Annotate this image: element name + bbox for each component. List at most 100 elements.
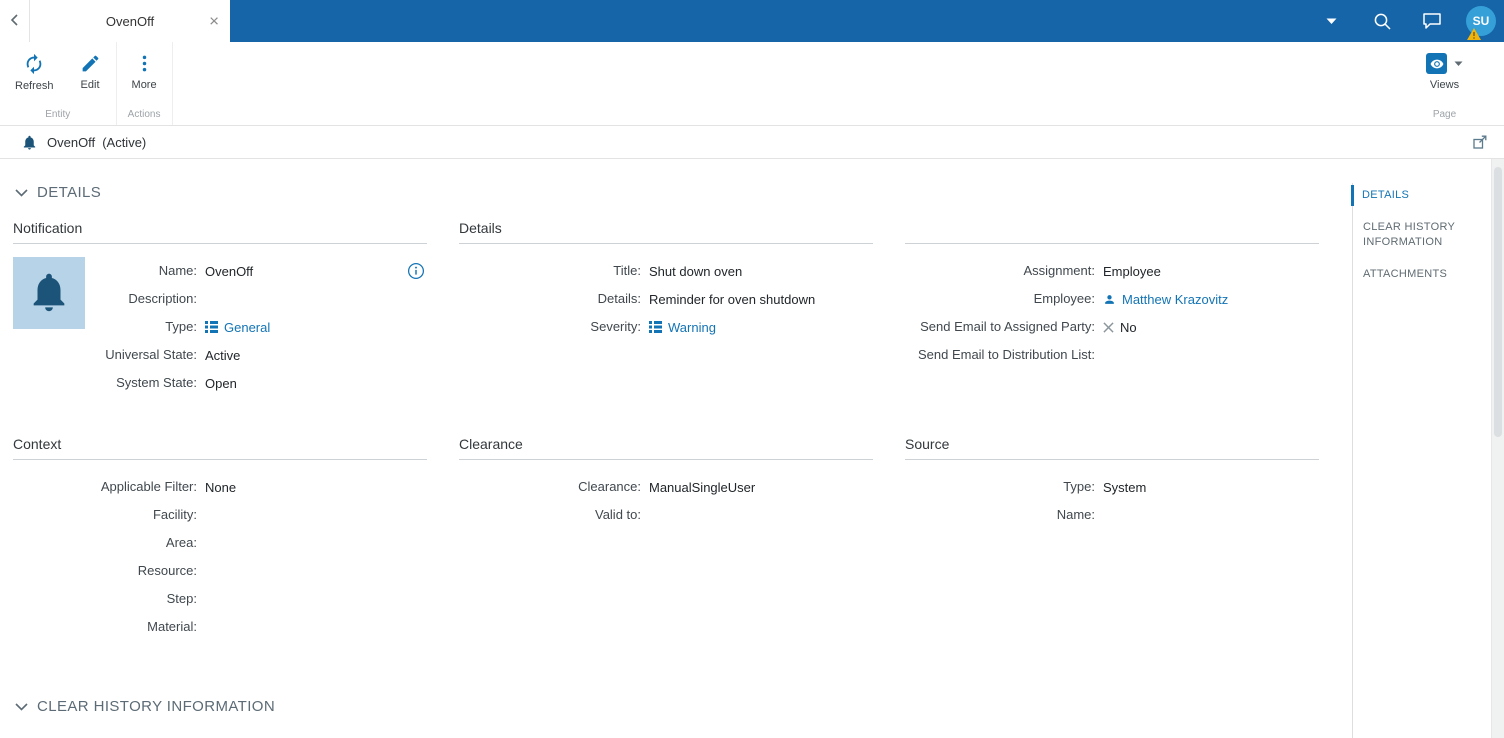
field-value: None <box>205 480 236 495</box>
field-step: Step: <box>13 585 427 613</box>
pencil-icon <box>80 53 101 74</box>
field-label: Applicable Filter: <box>13 478 197 496</box>
field-label: Assignment: <box>905 262 1095 280</box>
severity-link-label: Warning <box>668 320 716 335</box>
ribbon-group-label-entity: Entity <box>2 109 114 125</box>
panel-notification: Notification Name: OvenOff <box>13 220 427 397</box>
panel-details: Details Title: Shut down oven Details: R… <box>459 220 873 397</box>
panel-clearance: Clearance Clearance: ManualSingleUser Va… <box>459 436 873 641</box>
warning-badge-icon <box>1467 28 1481 40</box>
field-valid-to: Valid to: <box>459 501 873 529</box>
open-in-window-icon[interactable] <box>1472 134 1488 150</box>
details-section-header[interactable]: DETAILS <box>15 184 1504 201</box>
field-label: Step: <box>13 590 197 608</box>
refresh-icon <box>23 53 45 75</box>
field-details: Details: Reminder for oven shutdown <box>459 285 873 313</box>
edit-button[interactable]: Edit <box>67 53 114 109</box>
avatar-initials: SU <box>1473 14 1490 28</box>
panel-source-title: Source <box>905 436 1319 460</box>
field-value: System <box>1103 480 1146 495</box>
more-button-label: More <box>132 79 157 91</box>
picklist-icon <box>205 321 218 333</box>
chevron-down-icon <box>15 189 28 197</box>
field-label: Severity: <box>459 318 641 336</box>
clear-history-section-header[interactable]: CLEAR HISTORY INFORMATION <box>15 698 1504 715</box>
field-label: Material: <box>13 618 197 636</box>
details-row-2: Context Applicable Filter: None Facility… <box>13 436 1504 641</box>
scrollbar[interactable] <box>1491 159 1504 738</box>
avatar[interactable]: SU <box>1466 6 1496 36</box>
app-window: OvenOff × SU <box>0 0 1504 738</box>
field-name: Name: OvenOff <box>85 257 427 285</box>
ribbon-toolbar: Refresh Edit Entity More <box>0 42 1504 126</box>
field-severity: Severity: Warning <box>459 313 873 341</box>
topbar-actions: SU <box>1326 0 1504 42</box>
field-label: Resource: <box>13 562 197 580</box>
scrollbar-thumb[interactable] <box>1494 167 1502 437</box>
sidebar-item-details[interactable]: DETAILS <box>1351 185 1482 206</box>
field-label: Valid to: <box>459 506 641 524</box>
field-value: Active <box>205 348 240 363</box>
sidebar-item-clear-history[interactable]: CLEAR HISTORY INFORMATION <box>1353 217 1482 253</box>
field-universal-state: Universal State: Active <box>85 341 427 369</box>
ribbon-group-label-page: Page <box>1413 109 1476 125</box>
field-send-email-distribution: Send Email to Distribution List: <box>905 341 1319 369</box>
employee-link-label: Matthew Krazovitz <box>1122 292 1228 307</box>
employee-link[interactable]: Matthew Krazovitz <box>1103 292 1228 307</box>
field-assignment: Assignment: Employee <box>905 257 1319 285</box>
sidebar-item-attachments[interactable]: ATTACHMENTS <box>1353 264 1482 285</box>
field-type: Type: General <box>85 313 427 341</box>
section-nav-sidebar: DETAILS CLEAR HISTORY INFORMATION ATTACH… <box>1352 183 1482 738</box>
views-eye-icon <box>1426 53 1447 74</box>
more-kebab-icon <box>134 53 155 74</box>
panel-source: Source Type: System Name: <box>905 436 1319 641</box>
field-employee: Employee: Matthew Krazovitz <box>905 285 1319 313</box>
ribbon-group-label-actions: Actions <box>119 109 170 125</box>
field-label: System State: <box>85 374 197 392</box>
ribbon-group-entity: Refresh Edit Entity <box>0 42 117 125</box>
field-label: Facility: <box>13 506 197 524</box>
severity-link[interactable]: Warning <box>649 320 716 335</box>
back-button[interactable] <box>0 0 29 42</box>
type-link-label: General <box>224 320 270 335</box>
views-chevron-down-icon <box>1454 61 1463 67</box>
field-value: No <box>1103 320 1137 335</box>
person-icon <box>1103 293 1116 306</box>
field-send-email-assigned: Send Email to Assigned Party: No <box>905 313 1319 341</box>
chat-icon[interactable] <box>1422 12 1442 30</box>
search-icon[interactable] <box>1373 12 1392 31</box>
close-icon[interactable]: × <box>209 13 219 30</box>
field-value: Reminder for oven shutdown <box>649 292 815 307</box>
field-value: Employee <box>1103 264 1161 279</box>
field-description: Description: <box>85 285 427 313</box>
details-row-1: Notification Name: OvenOff <box>13 220 1504 397</box>
refresh-button[interactable]: Refresh <box>2 53 67 109</box>
panel-details-title: Details <box>459 220 873 244</box>
field-resource: Resource: <box>13 557 427 585</box>
page-content: DETAILS Notification Name: OvenOff <box>0 184 1504 738</box>
tab-title: OvenOff <box>106 14 154 29</box>
details-section-title: DETAILS <box>37 184 101 201</box>
chevron-left-icon <box>7 12 23 31</box>
field-label: Type: <box>85 318 197 336</box>
field-label: Name: <box>85 262 197 280</box>
field-material: Material: <box>13 613 427 641</box>
panel-context: Context Applicable Filter: None Facility… <box>13 436 427 641</box>
field-value: Shut down oven <box>649 264 742 279</box>
tab-list-chevron-down-icon[interactable] <box>1326 18 1337 25</box>
field-label: Employee: <box>905 290 1095 308</box>
more-button[interactable]: More <box>119 53 170 109</box>
field-value: ManualSingleUser <box>649 480 755 495</box>
tab-ovenoff[interactable]: OvenOff × <box>29 0 230 42</box>
field-area: Area: <box>13 529 427 557</box>
info-icon[interactable] <box>407 262 425 280</box>
views-button[interactable]: Views <box>1413 53 1476 109</box>
field-clearance: Clearance: ManualSingleUser <box>459 473 873 501</box>
panel-context-title: Context <box>13 436 427 460</box>
field-label: Title: <box>459 262 641 280</box>
field-label: Universal State: <box>85 346 197 364</box>
type-link[interactable]: General <box>205 320 270 335</box>
refresh-button-label: Refresh <box>15 80 54 92</box>
boolean-value: No <box>1120 320 1137 335</box>
field-source-name: Name: <box>905 501 1319 529</box>
